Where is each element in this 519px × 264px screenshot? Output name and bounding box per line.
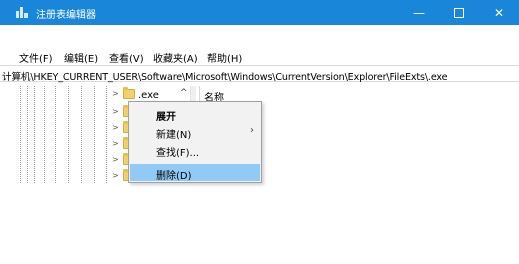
context-menu-label: 新建(N) <box>156 130 192 141</box>
tree-guide-line <box>44 86 45 183</box>
tree-guide-line <box>81 86 82 183</box>
chevron-right-icon[interactable]: > <box>112 139 119 148</box>
context-menu: 展开 新建(N) › 查找(F)... 删除(D) <box>128 101 262 183</box>
context-menu-find[interactable]: 查找(F)... <box>130 141 260 159</box>
menu-view[interactable]: 查看(V) <box>109 50 144 65</box>
chevron-right-icon[interactable]: > <box>112 171 119 180</box>
menu-help[interactable]: 帮助(H) <box>207 50 242 65</box>
address-bar[interactable]: 计算机\HKEY_CURRENT_USER\Software\Microsoft… <box>0 65 519 83</box>
folder-icon <box>123 87 135 99</box>
context-menu-new[interactable]: 新建(N) › <box>130 123 260 141</box>
menu-edit[interactable]: 编辑(E) <box>64 50 98 65</box>
window-title: 注册表编辑器 <box>36 10 96 21</box>
context-menu-label: 展开 <box>156 112 176 123</box>
regedit-icon <box>16 7 28 18</box>
submenu-arrow-icon: › <box>250 125 254 136</box>
tree-guide-line <box>106 86 107 183</box>
minimize-button[interactable]: — <box>401 0 437 25</box>
context-menu-label: 删除(D) <box>156 171 192 182</box>
scroll-up-icon[interactable]: ^ <box>180 88 188 98</box>
context-menu-label: 查找(F)... <box>156 148 200 159</box>
maximize-button[interactable] <box>441 0 477 25</box>
menu-bar: 文件(F) 编辑(E) 查看(V) 收藏夹(A) 帮助(H) <box>0 45 519 65</box>
chevron-right-icon[interactable]: > <box>112 123 119 132</box>
context-menu-expand[interactable]: 展开 <box>130 105 260 123</box>
menu-file[interactable]: 文件(F) <box>19 50 53 65</box>
address-path[interactable]: 计算机\HKEY_CURRENT_USER\Software\Microsoft… <box>2 69 448 83</box>
menu-favorites[interactable]: 收藏夹(A) <box>153 50 198 65</box>
tree-guide-line <box>34 86 35 183</box>
tree-guide-line <box>20 86 21 183</box>
chevron-right-icon[interactable]: > <box>112 107 119 116</box>
tree-item-exe[interactable]: .exe <box>138 90 159 101</box>
tree-guide-line <box>68 86 69 183</box>
tree-guide-line <box>55 86 56 183</box>
chevron-right-icon[interactable]: > <box>112 155 119 164</box>
tree-guide-line <box>27 86 28 183</box>
title-bar: 注册表编辑器 — ✕ <box>0 0 519 25</box>
tree-guide-line <box>94 86 95 183</box>
context-menu-delete[interactable]: 删除(D) <box>130 164 260 182</box>
maximize-icon <box>454 7 464 18</box>
chevron-right-icon[interactable]: > <box>112 89 119 98</box>
close-button[interactable]: ✕ <box>481 0 517 25</box>
